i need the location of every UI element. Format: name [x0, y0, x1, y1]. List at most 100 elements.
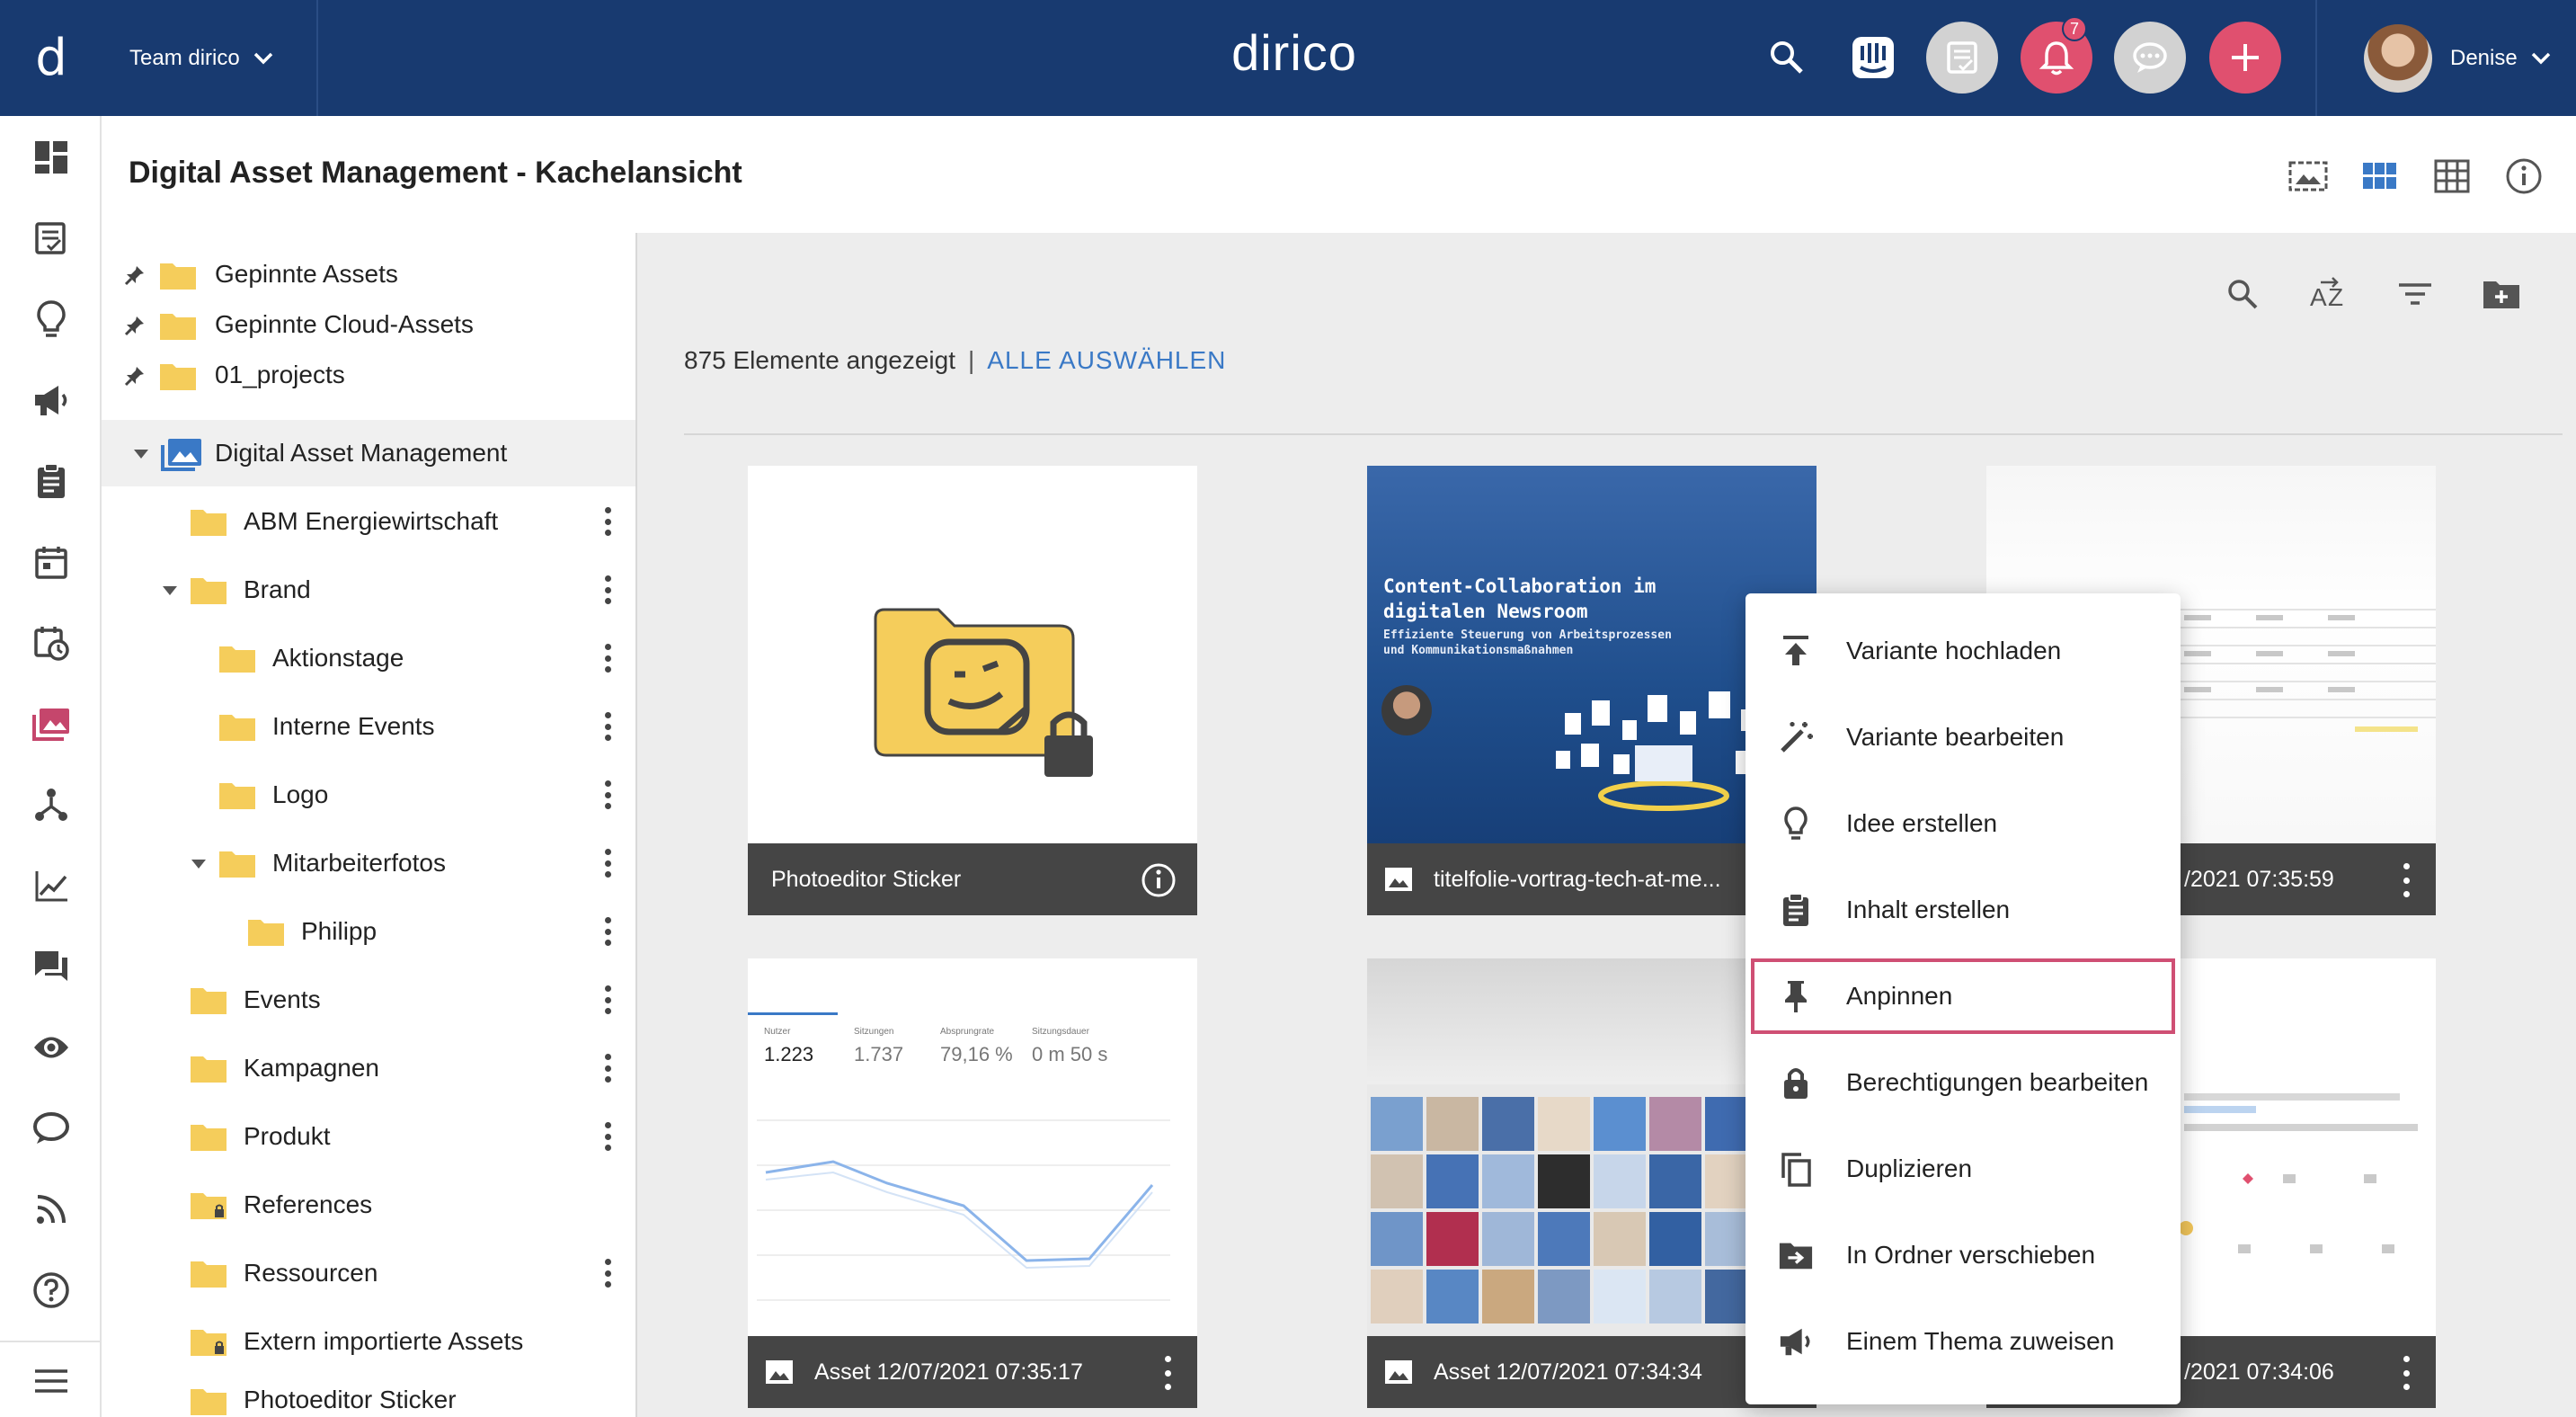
nav-ideas[interactable] [0, 283, 102, 355]
more-options-icon[interactable] [2402, 1356, 2411, 1390]
nav-monitoring[interactable] [0, 1012, 102, 1083]
tree-item-label[interactable]: Gepinnte Assets [215, 260, 398, 289]
menu-item-duplicate[interactable]: Duplizieren [1745, 1126, 2181, 1212]
tree-item-label[interactable]: Digital Asset Management [215, 439, 507, 468]
tree-item-pinned-cloud-assets[interactable]: Gepinnte Cloud-Assets [102, 299, 635, 350]
asset-tile[interactable]: Nutzer 1.223 Sitzungen 1.737 Absprungrat… [748, 958, 1197, 1408]
menu-item-label[interactable]: Inhalt erstellen [1846, 896, 2010, 924]
caret-down-icon[interactable] [161, 582, 179, 600]
tree-item[interactable]: Photoeditor Sticker [102, 1377, 635, 1417]
more-options-icon[interactable] [594, 640, 621, 676]
asset-tile[interactable]: Photoeditor Sticker [748, 466, 1197, 915]
search-button[interactable] [2217, 269, 2268, 319]
nav-calendar[interactable] [0, 526, 102, 598]
menu-item-label[interactable]: Anpinnen [1846, 982, 1952, 1011]
nav-analytics[interactable] [0, 850, 102, 922]
more-options-icon[interactable] [594, 1050, 621, 1086]
user-name[interactable]: Denise [2450, 46, 2518, 71]
more-options-icon[interactable] [594, 1118, 621, 1154]
sort-button[interactable]: AZ [2304, 269, 2354, 319]
more-options-icon[interactable] [594, 1255, 621, 1291]
tree-item-label[interactable]: Photoeditor Sticker [244, 1386, 457, 1414]
filter-button[interactable] [2390, 269, 2440, 319]
nav-feeds[interactable] [0, 1173, 102, 1245]
tree-item-label[interactable]: Interne Events [272, 712, 435, 741]
menu-item-create-content[interactable]: Inhalt erstellen [1745, 867, 2181, 953]
team-switcher[interactable]: d Team dirico [0, 0, 318, 116]
tree-item[interactable]: Mitarbeiterfotos [102, 830, 635, 896]
select-all-link[interactable]: ALLE AUSWÄHLEN [987, 346, 1226, 374]
team-name[interactable]: Team dirico [129, 46, 240, 71]
tree-item[interactable]: Interne Events [102, 693, 635, 760]
tree-item-label[interactable]: Kampagnen [244, 1054, 379, 1083]
more-options-icon[interactable] [594, 982, 621, 1018]
user-menu[interactable]: Denise [2315, 0, 2576, 116]
menu-item-label[interactable]: Duplizieren [1846, 1154, 1972, 1183]
chevron-down-icon[interactable] [2530, 51, 2552, 66]
menu-item-edit-permissions[interactable]: Berechtigungen bearbeiten [1745, 1039, 2181, 1126]
new-folder-button[interactable] [2476, 269, 2527, 319]
tree-item-label[interactable]: Extern importierte Assets [244, 1327, 523, 1356]
tree-item-label[interactable]: Logo [272, 780, 328, 809]
dirico-logo-icon[interactable]: d [0, 29, 102, 87]
caret-down-icon[interactable] [190, 855, 208, 873]
more-options-icon[interactable] [594, 504, 621, 539]
more-options-icon[interactable] [594, 913, 621, 949]
nav-campaigns[interactable] [0, 364, 102, 436]
info-icon[interactable] [1140, 861, 1177, 899]
create-button[interactable] [2209, 22, 2281, 94]
tree-item-label[interactable]: References [244, 1190, 372, 1219]
tree-item-label[interactable]: Philipp [301, 917, 377, 946]
search-button[interactable] [1751, 22, 1823, 94]
notifications-button[interactable]: 7 [2021, 16, 2092, 94]
tree-item-label[interactable]: Aktionstage [272, 644, 404, 673]
tree-item[interactable]: Philipp [102, 898, 635, 965]
tree-item-label[interactable]: Ressourcen [244, 1259, 378, 1288]
tree-item[interactable]: Logo [102, 762, 635, 828]
more-options-icon[interactable] [1163, 1356, 1172, 1390]
nav-help[interactable] [0, 1254, 102, 1326]
tree-item[interactable]: Aktionstage [102, 625, 635, 691]
tree-item-label[interactable]: ABM Energiewirtschaft [244, 507, 498, 536]
more-options-icon[interactable] [594, 777, 621, 813]
intercom-button[interactable] [1837, 22, 1909, 94]
tree-item[interactable]: References [102, 1172, 635, 1238]
nav-dashboard[interactable] [0, 121, 102, 193]
menu-item-label[interactable]: Variante bearbeiten [1846, 723, 2064, 752]
menu-item-assign-topic[interactable]: Einem Thema zuweisen [1745, 1298, 2181, 1385]
nav-assets[interactable] [0, 688, 102, 760]
tree-item-label[interactable]: Mitarbeiterfotos [272, 849, 446, 878]
nav-content[interactable] [0, 445, 102, 517]
menu-item-label[interactable]: In Ordner verschieben [1846, 1241, 2095, 1270]
nav-messages[interactable] [0, 931, 102, 1003]
more-options-icon[interactable] [594, 572, 621, 608]
chat-button[interactable] [2114, 22, 2186, 94]
menu-item-create-idea[interactable]: Idee erstellen [1745, 780, 2181, 867]
info-button[interactable] [2501, 154, 2546, 199]
more-options-icon[interactable] [594, 845, 621, 881]
tree-item-pinned-assets[interactable]: Gepinnte Assets [102, 249, 635, 299]
menu-item-label[interactable]: Variante hochladen [1846, 637, 2061, 665]
tree-item[interactable]: Events [102, 967, 635, 1033]
tree-item-label[interactable]: Events [244, 985, 321, 1014]
menu-item-edit-variant[interactable]: Variante bearbeiten [1745, 694, 2181, 780]
chevron-down-icon[interactable] [253, 51, 274, 66]
caret-down-icon[interactable] [132, 445, 150, 463]
more-options-icon[interactable] [2402, 863, 2411, 897]
menu-item-pin[interactable]: Anpinnen [1745, 953, 2181, 1039]
tree-item-digital-asset-management[interactable]: Digital Asset Management [102, 420, 635, 486]
menu-item-upload-variant[interactable]: Variante hochladen [1745, 608, 2181, 694]
tree-item-label[interactable]: Brand [244, 575, 311, 604]
tasks-button[interactable] [1926, 22, 1998, 94]
table-view-button[interactable] [2429, 154, 2474, 199]
tile-view-button[interactable] [2358, 154, 2403, 199]
tree-item-label[interactable]: 01_projects [215, 361, 345, 389]
tree-item[interactable]: Ressourcen [102, 1240, 635, 1306]
nav-workflows[interactable] [0, 769, 102, 841]
menu-item-label[interactable]: Idee erstellen [1846, 809, 1997, 838]
nav-menu-toggle[interactable] [0, 1345, 102, 1417]
nav-social[interactable] [0, 1092, 102, 1164]
tree-item[interactable]: Produkt [102, 1103, 635, 1170]
tree-item[interactable]: Extern importierte Assets [102, 1308, 635, 1375]
menu-item-move-to-folder[interactable]: In Ordner verschieben [1745, 1212, 2181, 1298]
